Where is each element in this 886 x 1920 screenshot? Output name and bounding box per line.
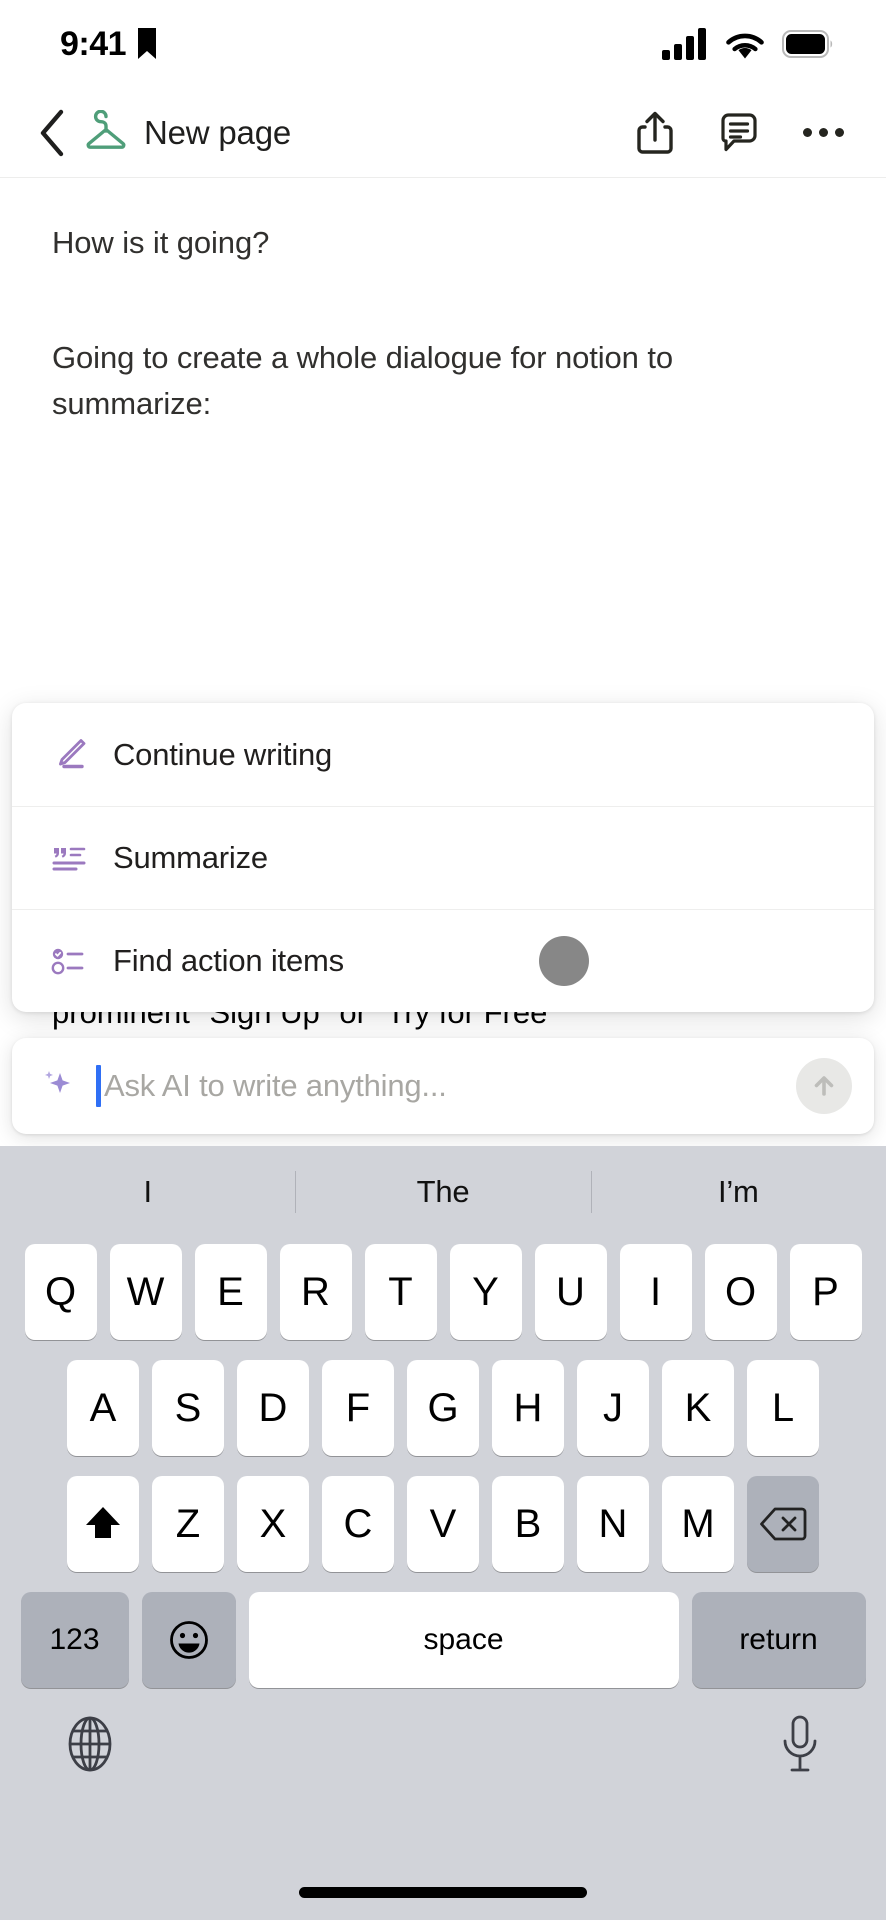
home-indicator [299,1887,587,1898]
globe-key[interactable] [62,1714,118,1774]
key-h[interactable]: H [492,1360,564,1456]
key-c[interactable]: C [322,1476,394,1572]
prediction-1[interactable]: The [295,1174,590,1210]
ai-menu-label: Summarize [113,840,268,875]
quote-lines-icon [50,839,96,877]
ai-menu-item-continue-writing[interactable]: Continue writing [12,703,874,806]
paragraph-1[interactable]: How is it going? [52,220,834,265]
status-bar-left: 9:41 [60,25,158,64]
keyboard-row-3: Z X C V B N M [0,1476,886,1572]
key-d[interactable]: D [237,1360,309,1456]
nav-header-actions [632,110,846,156]
share-icon[interactable] [632,110,678,156]
back-button[interactable] [24,105,80,161]
bookmark-icon [136,27,158,61]
phone-screen: 9:41 New page How is it going? Going to … [0,0,886,1920]
delete-icon [759,1506,807,1542]
delete-key[interactable] [747,1476,819,1572]
sparkle-icon [38,1066,82,1106]
ai-prompt-bar[interactable]: Ask AI to write anything... [12,1038,874,1134]
chevron-left-icon [38,109,66,157]
keyboard-row-4: 123 space return [0,1592,886,1688]
battery-icon [782,30,834,58]
document-body[interactable]: How is it going? Going to create a whole… [0,178,886,426]
ai-send-button[interactable] [796,1058,852,1114]
ai-menu-label: Continue writing [113,736,333,772]
keyboard-row-2: A S D F G H J K L [0,1360,886,1456]
comment-icon[interactable] [716,110,762,156]
wifi-icon [724,29,766,60]
status-time: 9:41 [60,24,127,63]
key-j[interactable]: J [577,1360,649,1456]
text-cursor [96,1065,101,1107]
key-x[interactable]: X [237,1476,309,1572]
space-key[interactable]: space [248,1592,679,1688]
ai-prompt-input[interactable]: Ask AI to write anything... [104,1068,796,1104]
nav-header-left: New page [24,105,632,161]
pencil-write-icon [50,736,96,774]
nav-header: New page [0,88,886,178]
page-title: New page [144,113,291,151]
hanger-icon [84,109,128,156]
shift-icon [81,1502,125,1546]
key-f[interactable]: F [322,1360,394,1456]
status-bar: 9:41 [0,0,886,88]
return-key[interactable]: return [691,1592,866,1688]
key-n[interactable]: N [577,1476,649,1572]
key-s[interactable]: S [152,1360,224,1456]
key-k[interactable]: K [662,1360,734,1456]
microphone-icon [776,1714,824,1776]
key-w[interactable]: W [109,1244,182,1340]
key-m[interactable]: M [662,1476,734,1572]
prediction-0[interactable]: I [0,1174,295,1210]
more-icon[interactable] [800,110,846,156]
key-b[interactable]: B [492,1476,564,1572]
touch-point-indicator [539,936,589,986]
key-t[interactable]: T [364,1244,437,1340]
globe-icon [62,1714,118,1774]
key-g[interactable]: G [407,1360,479,1456]
key-o[interactable]: O [704,1244,777,1340]
mic-key[interactable] [776,1714,824,1776]
prediction-bar: I The I’m [0,1146,886,1238]
key-r[interactable]: R [279,1244,352,1340]
checklist-icon [50,942,96,980]
key-z[interactable]: Z [152,1476,224,1572]
key-i[interactable]: I [619,1244,692,1340]
virtual-keyboard: I The I’m Q W E R T Y U I O P A S D F G … [0,1146,886,1920]
key-y[interactable]: Y [449,1244,522,1340]
key-v[interactable]: V [407,1476,479,1572]
emoji-key[interactable] [141,1592,236,1688]
ai-menu-item-find-action-items[interactable]: Find action items [12,909,874,1012]
key-a[interactable]: A [67,1360,139,1456]
keyboard-bottom-row [0,1688,886,1920]
status-bar-right [662,28,834,60]
ai-menu-item-summarize[interactable]: Summarize [12,806,874,909]
cellular-signal-icon [662,28,708,60]
emoji-icon [168,1619,210,1661]
numbers-key[interactable]: 123 [20,1592,129,1688]
key-p[interactable]: P [789,1244,862,1340]
key-e[interactable]: E [194,1244,267,1340]
shift-key[interactable] [67,1476,139,1572]
prediction-2[interactable]: I’m [591,1174,886,1210]
keyboard-row-1: Q W E R T Y U I O P [0,1244,886,1340]
key-l[interactable]: L [747,1360,819,1456]
ellipsis-dots [802,128,844,137]
key-q[interactable]: Q [24,1244,97,1340]
ai-action-menu: Continue writing Summarize Find action i… [12,703,874,1012]
paragraph-2[interactable]: Going to create a whole dialogue for not… [52,335,834,426]
ai-menu-label: Find action items [113,943,344,978]
key-u[interactable]: U [534,1244,607,1340]
